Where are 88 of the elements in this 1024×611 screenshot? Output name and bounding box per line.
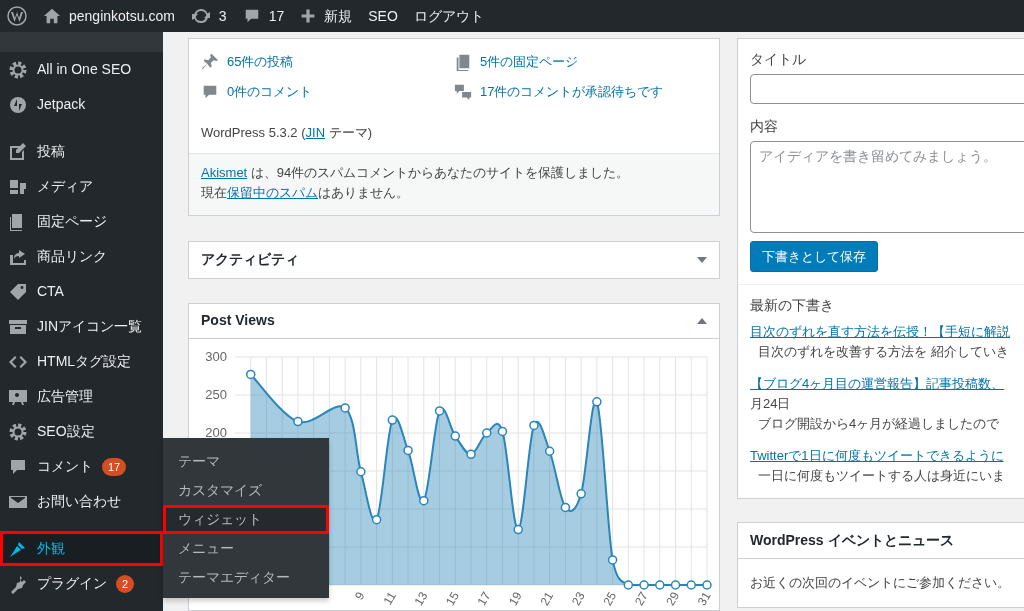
axis-label: 17 bbox=[474, 589, 494, 608]
axis-label: 21 bbox=[537, 589, 557, 608]
sidebar-item[interactable]: All in One SEO bbox=[0, 52, 163, 87]
axis-label: 23 bbox=[568, 589, 588, 608]
site-link[interactable]: penginkotsu.com bbox=[43, 5, 175, 27]
count-badge: 17 bbox=[102, 457, 127, 476]
draft-date: 月24日 bbox=[750, 395, 792, 413]
menu-label: JINアイコン一覧 bbox=[37, 317, 142, 336]
field-label: 内容 bbox=[750, 117, 779, 136]
link[interactable]: JIN bbox=[305, 125, 326, 140]
submenu-item[interactable]: カスタマイズ bbox=[163, 476, 329, 505]
field-label: タイトル bbox=[750, 50, 807, 69]
sidebar-item[interactable]: お問い合わせ bbox=[0, 484, 163, 519]
menu-label: CTA bbox=[37, 282, 64, 301]
updates-link[interactable]: 3 bbox=[190, 5, 227, 27]
menu-label: 外観 bbox=[37, 539, 65, 558]
axis-label: 200 bbox=[205, 424, 227, 440]
axis-label: 11 bbox=[380, 589, 399, 607]
axis-label: 25 bbox=[600, 589, 620, 608]
axis-label: 19 bbox=[506, 589, 525, 608]
axis-label: 15 bbox=[443, 589, 462, 608]
axis-label: 27 bbox=[631, 589, 651, 608]
menu-label: お問い合わせ bbox=[37, 492, 121, 511]
notice-text: 現在保留中のスパムはありません。 bbox=[201, 183, 410, 202]
menu-label: HTMLタグ設定 bbox=[37, 352, 132, 371]
text-area[interactable]: アイディアを書き留めてみましょう。 bbox=[750, 141, 1024, 233]
sidebar-item[interactable]: メディア bbox=[0, 169, 163, 204]
count-badge: 2 bbox=[116, 574, 135, 593]
sidebar-item[interactable]: HTMLタグ設定 bbox=[0, 344, 163, 379]
sidebar-item[interactable]: 外観 bbox=[0, 531, 163, 566]
save-draft-button[interactable]: 下書きとして保存 bbox=[750, 241, 878, 272]
draft-link[interactable]: Twitterで1日に何度もツイートできるように bbox=[750, 446, 1024, 466]
link[interactable]: Akismet bbox=[201, 164, 248, 180]
menu-label: コメント bbox=[37, 457, 93, 476]
version-text: WordPress 5.3.2 (JIN テーマ) bbox=[201, 124, 373, 142]
stat-link[interactable]: 5件の固定ページ bbox=[480, 52, 579, 72]
comment-count: 17 bbox=[268, 6, 285, 26]
menu-label: 固定ページ bbox=[37, 212, 107, 231]
submenu-item[interactable]: テーマエディター bbox=[163, 563, 329, 592]
stat-link[interactable]: 65件の投稿 bbox=[227, 52, 294, 72]
draft-link[interactable]: 【ブログ4ヶ月目の運営報告】記事投稿数、 bbox=[750, 374, 1024, 394]
axis-label: 9 bbox=[352, 589, 368, 602]
menu-label: SEO設定 bbox=[37, 422, 95, 441]
new-label: 新規 bbox=[324, 6, 353, 26]
sidebar-item[interactable]: CTA bbox=[0, 274, 163, 309]
card-title: WordPress イベントとニュース bbox=[750, 531, 954, 550]
menu-label: Jetpack bbox=[37, 95, 86, 114]
sidebar-item[interactable]: 商品リンク bbox=[0, 239, 163, 274]
card-title: アクティビティ bbox=[201, 250, 299, 269]
axis-label: 31 bbox=[694, 589, 714, 608]
stat-link[interactable]: 0件のコメント bbox=[227, 82, 313, 102]
site-name: penginkotsu.com bbox=[69, 6, 175, 26]
axis-label: 29 bbox=[663, 589, 683, 608]
menu-label: All in One SEO bbox=[37, 60, 132, 79]
draft-excerpt: ブログ開設から4ヶ月が経過しましたので bbox=[757, 415, 1001, 433]
axis-label: 250 bbox=[205, 386, 227, 402]
menu-label: 商品リンク bbox=[37, 247, 107, 266]
sidebar-item[interactable]: 投稿 bbox=[0, 134, 163, 169]
stat-link[interactable]: 17件のコメントが承認待ちです bbox=[480, 82, 664, 102]
update-count: 3 bbox=[218, 6, 227, 26]
submenu-item[interactable]: ウィジェット bbox=[163, 505, 329, 534]
sidebar-item[interactable]: SEO設定 bbox=[0, 414, 163, 449]
link[interactable]: 保留中のスパム bbox=[227, 184, 318, 200]
toolbar-link[interactable]: SEO bbox=[368, 5, 398, 27]
sidebar-item[interactable]: コメント 17 bbox=[0, 449, 163, 484]
toolbar-link[interactable]: ログアウト bbox=[413, 5, 484, 27]
menu-label: 投稿 bbox=[37, 142, 65, 161]
sidebar-item[interactable]: JINアイコン一覧 bbox=[0, 309, 163, 344]
menu-label: 広告管理 bbox=[37, 387, 93, 406]
card-title: Post Views bbox=[201, 311, 275, 330]
new-link[interactable]: 新規 bbox=[300, 5, 353, 27]
sidebar-item[interactable]: 広告管理 bbox=[0, 379, 163, 414]
comments-link[interactable]: 17 bbox=[242, 5, 285, 27]
sidebar-item[interactable]: プラグイン 2 bbox=[0, 566, 163, 601]
submenu-item[interactable]: テーマ bbox=[163, 447, 329, 476]
axis-label: 13 bbox=[411, 589, 431, 608]
sidebar-item[interactable]: Jetpack bbox=[0, 87, 163, 122]
menu-label: プラグイン bbox=[37, 574, 107, 593]
submenu-item[interactable]: メニュー bbox=[163, 534, 329, 563]
menu-label: メディア bbox=[37, 177, 93, 196]
events-text: お近くの次回のイベントにご参加ください。 bbox=[749, 574, 1011, 592]
draft-excerpt: 一日に何度もツイートする人は身近にいま bbox=[757, 467, 1006, 485]
draft-excerpt: 目次のずれを改善する方法を 紹介していき bbox=[757, 343, 1010, 361]
section-heading: 最新の下書き bbox=[750, 296, 835, 315]
draft-link[interactable]: 目次のずれを直す方法を伝授！【手短に解説 bbox=[750, 322, 1024, 342]
notice-text: Akismet は、94件のスパムコメントからあなたのサイトを保護しました。 bbox=[201, 163, 631, 182]
axis-label: 300 bbox=[205, 348, 227, 364]
sidebar-item[interactable]: 固定ページ bbox=[0, 204, 163, 239]
